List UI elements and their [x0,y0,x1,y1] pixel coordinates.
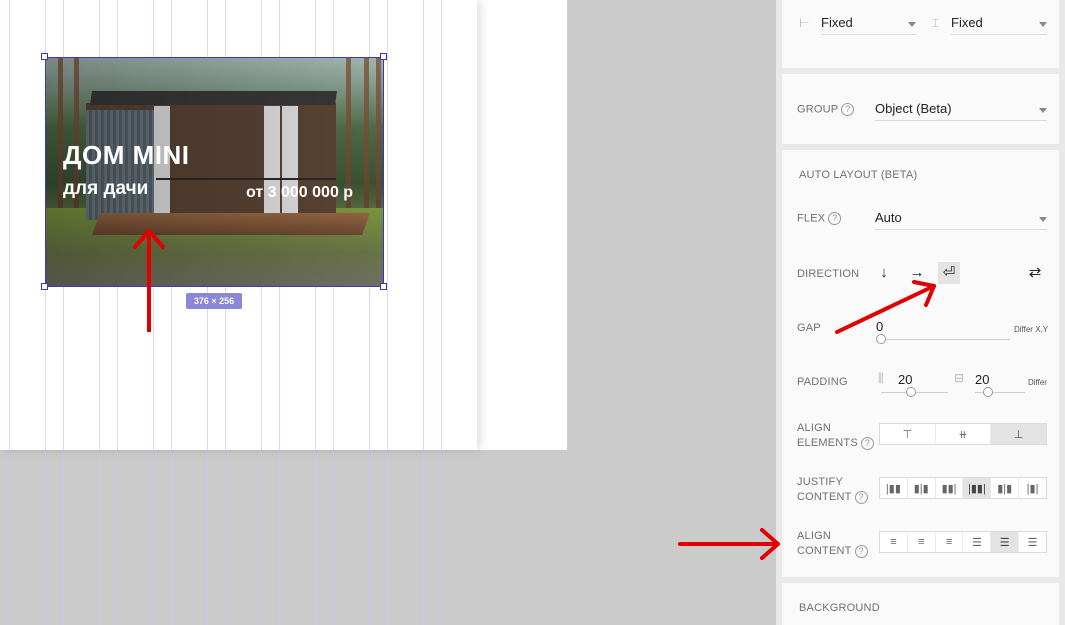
gap-label: GAP [797,322,821,334]
grid-line [387,0,388,450]
annotation-arrow-align-content [678,528,780,560]
chevron-down-icon [908,22,916,27]
auto-layout-card: AUTO LAYOUT (BETA) FLEX? Auto DIRECTION … [782,150,1059,577]
justify-content-segmented: |▮▮ ▮|▮ ▮▮| |▮▮| ▮|▮ |▮| [879,477,1047,499]
align-content-label-line1: ALIGN [797,530,832,542]
image-overlay [46,58,383,286]
help-icon[interactable]: ? [860,436,874,450]
align-content-space-between-icon[interactable]: ☰ [963,532,992,552]
chevron-down-icon [1039,217,1047,222]
help-icon[interactable]: ? [828,212,842,225]
align-content-space-around-icon[interactable]: ☰ [991,532,1020,552]
help-icon[interactable]: ? [854,544,868,558]
justify-space-evenly-icon[interactable]: |▮| [1019,478,1046,498]
padding-horizontal-value[interactable]: 20 [975,372,989,387]
hero-title[interactable]: ДОМ MINI [63,140,190,171]
height-resize-icon: ⌶ [932,16,940,30]
align-top-icon[interactable]: ⊤ [880,424,936,444]
align-elements-label: ALIGN ELEMENTS? [797,421,874,451]
align-content-label: ALIGN CONTENT? [797,529,868,559]
design-canvas[interactable]: ДОМ MINI для дачи от 3 000 000 р 376 × 2… [0,0,776,625]
group-value: Object (Beta) [875,101,952,116]
align-elements-segmented: ⊤ ⧺ ⊥ [879,423,1047,445]
flex-select[interactable]: Auto [875,208,1047,230]
grid-line [9,0,10,450]
hero-subtitle[interactable]: для дачи [63,178,148,200]
justify-content-label: JUSTIFY CONTENT? [797,475,868,505]
help-icon[interactable]: ? [854,490,868,504]
height-mode-value: Fixed [951,15,983,30]
resize-handle-top-right[interactable] [380,53,387,60]
annotation-arrow-up [133,229,165,332]
size-badge: 376 × 256 [186,293,242,309]
align-elements-label-line2: ELEMENTS [797,437,858,449]
group-label: GROUP? [797,103,855,116]
align-content-label-line2: CONTENT [797,545,852,557]
align-content-segmented: ≡ ≡ ≡ ☰ ☰ ☰ [879,531,1047,553]
flex-label-text: FLEX [797,212,826,225]
help-icon[interactable]: ? [841,103,855,116]
chevron-down-icon [1039,22,1047,27]
chevron-down-icon [1039,108,1047,113]
auto-layout-title: AUTO LAYOUT (BETA) [799,169,918,181]
height-mode-select[interactable]: Fixed [951,13,1047,35]
resize-handle-bottom-left[interactable] [41,283,48,290]
align-center-icon[interactable]: ⧺ [936,424,992,444]
padding-label: PADDING [797,376,848,388]
justify-end-icon[interactable]: ▮▮| [936,478,964,498]
width-mode-value: Fixed [821,15,853,30]
padding-differ[interactable]: Differ [1028,378,1047,387]
align-content-end-icon[interactable]: ≡ [936,532,964,552]
group-card: GROUP? Object (Beta) [782,74,1059,144]
gap-differ-xy[interactable]: Differ X,Y [1014,325,1048,334]
padding-horizontal-slider-knob[interactable] [983,387,993,397]
resize-handle-top-left[interactable] [41,53,48,60]
width-mode-select[interactable]: Fixed [821,13,916,35]
align-content-start-icon[interactable]: ≡ [880,532,908,552]
flex-value: Auto [875,210,902,225]
padding-vertical-value[interactable]: 20 [898,372,912,387]
hero-price[interactable]: от 3 000 000 р [246,184,353,202]
align-content-center-icon[interactable]: ≡ [908,532,936,552]
direction-reverse-button[interactable]: ⇄ [1024,262,1046,284]
padding-vertical-slider-knob[interactable] [906,387,916,397]
padding-vertical-icon: ⫼ [878,371,884,385]
justify-space-between-icon[interactable]: |▮▮| [963,478,992,498]
grid-line [441,0,442,450]
width-resize-icon: ⊢ [799,16,810,30]
padding-horizontal-icon: ⊟ [954,371,965,385]
size-card: ⊢ Fixed ⌶ Fixed [782,0,1059,68]
resize-handle-bottom-right[interactable] [380,283,387,290]
justify-center-icon[interactable]: ▮|▮ [908,478,936,498]
align-elements-label-line1: ALIGN [797,422,832,434]
justify-space-around-icon[interactable]: ▮|▮ [991,478,1020,498]
annotation-arrow-direction [835,280,936,334]
grid-line [423,0,424,450]
flex-label: FLEX? [797,212,842,225]
justify-content-label-line2: CONTENT [797,491,852,503]
gap-slider-track[interactable] [879,339,1010,340]
justify-content-label-line1: JUSTIFY [797,476,844,488]
background-card: BACKGROUND [782,583,1059,625]
justify-start-icon[interactable]: |▮▮ [880,478,908,498]
align-bottom-icon[interactable]: ⊥ [991,424,1047,444]
background-label: BACKGROUND [799,602,880,614]
selected-image-block[interactable]: ДОМ MINI для дачи от 3 000 000 р [45,57,384,287]
group-label-text: GROUP [797,103,839,116]
align-content-stretch-icon[interactable]: ☰ [1019,532,1046,552]
group-select[interactable]: Object (Beta) [875,99,1047,121]
